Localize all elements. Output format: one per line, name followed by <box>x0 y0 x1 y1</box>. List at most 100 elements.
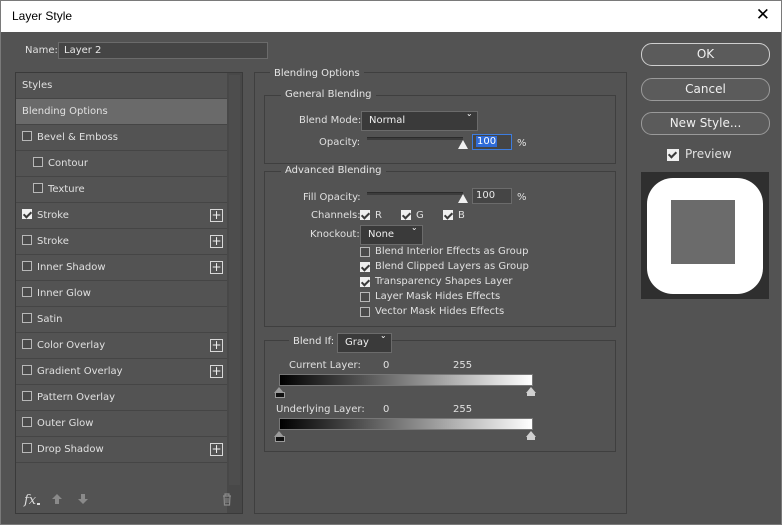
title-bar: Layer Style ✕ <box>1 1 781 32</box>
style-checkbox[interactable] <box>22 391 32 401</box>
current-layer-gradient <box>279 374 533 386</box>
style-checkbox[interactable] <box>22 287 32 297</box>
opacity-percent: % <box>517 138 527 149</box>
style-checkbox[interactable] <box>22 313 32 323</box>
channel-b-checkbox[interactable] <box>443 210 453 220</box>
style-item-inner-glow[interactable]: Inner Glow <box>16 281 227 307</box>
style-item-label: Stroke <box>37 236 69 247</box>
option-label: Transparency Shapes Layer <box>375 276 513 287</box>
preview-layer-fill <box>671 200 735 264</box>
style-item-label: Texture <box>48 184 85 195</box>
add-effect-plus-icon[interactable]: + <box>210 235 223 248</box>
knockout-select[interactable]: None ˅ <box>360 225 423 245</box>
style-item-styles[interactable]: Styles <box>16 73 227 99</box>
close-icon[interactable]: ✕ <box>756 6 770 24</box>
style-item-label: Gradient Overlay <box>37 366 123 377</box>
option-checkbox[interactable] <box>360 262 370 272</box>
add-effect-plus-icon[interactable]: + <box>210 365 223 378</box>
style-checkbox[interactable] <box>33 157 43 167</box>
style-item-label: Inner Shadow <box>37 262 106 273</box>
option-checkbox[interactable] <box>360 307 370 317</box>
blending-options-title: Blending Options <box>270 68 364 79</box>
opacity-input[interactable]: 100 <box>472 134 512 150</box>
blend-mode-value: Normal <box>369 115 406 126</box>
underlying-layer-white-handle[interactable] <box>526 431 536 440</box>
opacity-slider-thumb[interactable] <box>458 140 468 149</box>
blend-mode-select[interactable]: Normal ˅ <box>361 111 478 131</box>
style-item-color-overlay[interactable]: Color Overlay + <box>16 333 227 359</box>
style-checkbox[interactable] <box>22 131 32 141</box>
ok-button[interactable]: OK <box>641 43 770 66</box>
styles-panel: Styles Blending Options Bevel & Emboss Cont… <box>15 72 243 514</box>
add-effect-plus-icon[interactable]: + <box>210 339 223 352</box>
channel-g-label: G <box>416 210 424 221</box>
fx-dropdown-indicator <box>37 503 40 505</box>
style-checkbox[interactable] <box>22 365 32 375</box>
name-field[interactable]: Layer 2 <box>58 42 268 59</box>
name-value: Layer 2 <box>64 45 102 56</box>
style-checkbox[interactable] <box>22 417 32 427</box>
add-effect-plus-icon[interactable]: + <box>210 209 223 222</box>
blend-if-group: Blend If: Gray ˅ Current Layer: 0 255 Und… <box>264 333 616 452</box>
channel-g-checkbox[interactable] <box>401 210 411 220</box>
advanced-blending-group: Advanced Blending Fill Opacity: 100 % Ch… <box>264 165 616 327</box>
style-item-inner-shadow[interactable]: Inner Shadow + <box>16 255 227 281</box>
fill-opacity-slider-thumb[interactable] <box>458 194 468 203</box>
style-item-label: Styles <box>22 80 53 91</box>
current-layer-white-handle[interactable] <box>526 387 536 396</box>
fill-opacity-input[interactable]: 100 <box>472 188 512 204</box>
fill-opacity-slider[interactable] <box>367 192 463 195</box>
style-item-label: Bevel & Emboss <box>37 132 118 143</box>
style-item-label: Color Overlay <box>37 340 106 351</box>
style-item-label: Drop Shadow <box>37 444 104 455</box>
style-item-pattern-overlay[interactable]: Pattern Overlay <box>16 385 227 411</box>
style-item-drop-shadow[interactable]: Drop Shadow + <box>16 437 227 463</box>
opacity-slider[interactable] <box>367 137 463 140</box>
style-checkbox[interactable] <box>22 235 32 245</box>
add-effect-plus-icon[interactable]: + <box>210 443 223 456</box>
style-checkbox[interactable] <box>22 261 32 271</box>
styles-footer: fx <box>15 489 231 513</box>
option-checkbox[interactable] <box>360 277 370 287</box>
blend-if-value: Gray <box>345 337 369 348</box>
option-checkbox[interactable] <box>360 247 370 257</box>
fill-opacity-label: Fill Opacity: <box>303 192 361 203</box>
fill-opacity-percent: % <box>517 192 527 203</box>
general-blending-title: General Blending <box>281 89 376 100</box>
style-item-bevel-emboss[interactable]: Bevel & Emboss <box>16 125 227 151</box>
underlying-layer-black-handle[interactable] <box>274 431 285 442</box>
cancel-button[interactable]: Cancel <box>641 78 770 101</box>
style-item-blending-options[interactable]: Blending Options <box>16 99 227 125</box>
styles-scrollbar[interactable] <box>227 73 242 513</box>
option-checkbox[interactable] <box>360 292 370 302</box>
opacity-value: 100 <box>476 136 498 147</box>
style-item-outer-glow[interactable]: Outer Glow <box>16 411 227 437</box>
preview-checkbox[interactable] <box>667 149 679 161</box>
blend-if-label: Blend If: <box>289 336 339 347</box>
style-checkbox[interactable] <box>22 339 32 349</box>
underlying-layer-high: 255 <box>453 404 473 415</box>
move-up-icon[interactable] <box>51 493 63 505</box>
style-checkbox[interactable] <box>33 183 43 193</box>
style-item-stroke[interactable]: Stroke + <box>16 229 227 255</box>
new-style-button[interactable]: New Style... <box>641 112 770 135</box>
style-item-gradient-overlay[interactable]: Gradient Overlay + <box>16 359 227 385</box>
current-layer-black-handle[interactable] <box>274 387 285 398</box>
style-item-texture[interactable]: Texture <box>16 177 227 203</box>
style-item-contour[interactable]: Contour <box>16 151 227 177</box>
style-checkbox[interactable] <box>22 209 32 219</box>
underlying-layer-label: Underlying Layer: <box>276 404 365 415</box>
channel-r-checkbox[interactable] <box>360 210 370 220</box>
move-down-icon[interactable] <box>77 493 89 505</box>
option-label: Layer Mask Hides Effects <box>375 291 501 302</box>
advanced-blending-title: Advanced Blending <box>281 165 386 176</box>
add-effect-plus-icon[interactable]: + <box>210 261 223 274</box>
style-item-satin[interactable]: Satin <box>16 307 227 333</box>
scrollbar-thumb[interactable] <box>229 75 240 485</box>
fx-icon[interactable]: fx <box>24 493 36 508</box>
style-item-stroke[interactable]: Stroke + <box>16 203 227 229</box>
blending-options-panel: Blending Options General Blending Blend … <box>254 68 627 514</box>
style-checkbox[interactable] <box>22 443 32 453</box>
trash-icon[interactable] <box>221 493 233 506</box>
blend-if-select[interactable]: Gray ˅ <box>337 333 392 353</box>
